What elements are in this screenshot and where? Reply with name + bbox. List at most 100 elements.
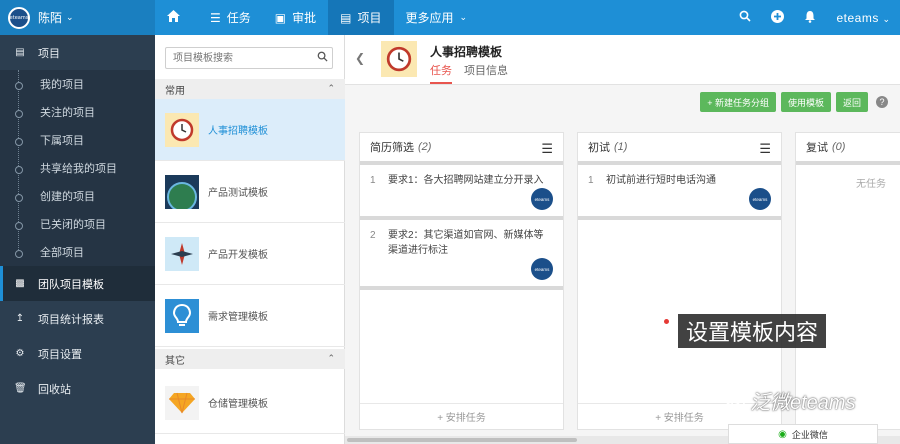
task-number: 1 <box>588 175 594 186</box>
nav-more-label: 更多应用 <box>405 11 454 25</box>
column-header: 复试 (0) <box>796 133 900 165</box>
main-nav: ☰ 任务 ▣ 审批 ▤ 项目 更多应用 ⌄ <box>155 0 479 35</box>
return-button[interactable]: 返回 <box>835 92 868 112</box>
scrollbar-thumb[interactable] <box>347 438 577 442</box>
group-label: 其它 <box>165 355 185 367</box>
task-text: 初试前进行短时电话沟通 <box>606 175 716 186</box>
template-item-storage[interactable]: 仓储管理模板 <box>155 372 345 434</box>
menu-icon[interactable]: ☰ <box>541 141 553 157</box>
chevron-up-icon: ⌃ <box>327 83 335 93</box>
compass-icon <box>165 236 199 271</box>
bell-icon[interactable] <box>804 10 816 26</box>
nav-home[interactable] <box>155 0 198 35</box>
wechat-work-bar[interactable]: ◉ 企业微信 <box>728 424 878 444</box>
template-item-dev[interactable]: 产品开发模板 <box>155 223 345 285</box>
template-item-requirement[interactable]: 需求管理模板 <box>155 285 345 347</box>
sidebar-item-label: 团队项目模板 <box>38 278 104 291</box>
sidebar-item-settings[interactable]: ⚙ 项目设置 <box>0 336 155 371</box>
diamond-icon <box>165 385 199 420</box>
task-card[interactable]: 2 要求2：其它渠道如官网、新媒体等渠道进行标注 eteams <box>360 220 563 290</box>
brand-label: eteams <box>836 11 879 25</box>
template-search-input[interactable] <box>165 47 333 69</box>
task-column: 简历筛选 (2) ☰ 1 要求1：各大招聘网站建立分开录入 eteams 2 要… <box>359 132 564 430</box>
column-count: (1) <box>614 141 628 153</box>
search-icon[interactable] <box>317 51 328 65</box>
sidebar-subitem-shared[interactable]: 共享给我的项目 <box>0 154 155 182</box>
home-icon <box>167 10 180 25</box>
sidebar-subitem-my-projects[interactable]: 我的项目 <box>0 70 155 98</box>
project-icon: ▤ <box>15 47 25 58</box>
sidebar-item-team-templates[interactable]: ▩ 团队项目模板 <box>0 266 155 301</box>
chevron-up-icon: ⌃ <box>327 353 335 363</box>
nav-task[interactable]: ☰ 任务 <box>198 0 263 35</box>
top-bar: eteams 陈陌 ⌄ ☰ 任务 ▣ 审批 ▤ 项目 更多应用 ⌄ eteams… <box>0 0 900 35</box>
chevron-down-icon: ⌄ <box>882 14 890 24</box>
column-count: (0) <box>832 141 846 153</box>
chart-icon: ↥ <box>15 313 25 324</box>
sidebar-item-label: 项目设置 <box>38 348 82 361</box>
chevron-down-icon: ⌄ <box>66 12 74 22</box>
project-icon: ▤ <box>340 10 352 25</box>
avatar: eteams <box>531 188 553 210</box>
empty-state: 无任务 <box>856 179 886 190</box>
sidebar-item-statistics[interactable]: ↥ 项目统计报表 <box>0 301 155 336</box>
sidebar-subitem-subordinate[interactable]: 下属项目 <box>0 126 155 154</box>
group-other[interactable]: 其它 ⌃ <box>155 349 345 369</box>
sidebar-subitem-followed[interactable]: 关注的项目 <box>0 98 155 126</box>
approve-icon: ▣ <box>274 10 287 25</box>
sidebar-item-project[interactable]: ▤ 项目 <box>0 35 155 70</box>
task-card[interactable]: 1 初试前进行短时电话沟通 eteams <box>578 165 781 220</box>
tab-project-info[interactable]: 项目信息 <box>464 62 508 84</box>
task-number: 1 <box>370 175 376 186</box>
trash-icon: 🗑 <box>14 383 27 394</box>
menu-icon[interactable]: ☰ <box>759 141 771 157</box>
sidebar-item-label: 回收站 <box>38 383 71 396</box>
tab-tasks[interactable]: 任务 <box>430 62 452 84</box>
clock-icon <box>165 112 199 147</box>
project-subnav: 我的项目 关注的项目 下属项目 共享给我的项目 创建的项目 已关闭的项目 全部项… <box>0 70 155 266</box>
sidebar-item-label: 项目统计报表 <box>38 313 104 326</box>
avatar: eteams <box>749 188 771 210</box>
template-icon: ▩ <box>15 278 25 289</box>
task-list-icon: ☰ <box>210 10 221 25</box>
account-menu[interactable]: eteams ⌄ <box>836 10 890 25</box>
watermark-text: 泛微eteams <box>750 392 856 414</box>
earth-icon <box>165 174 199 209</box>
group-common[interactable]: 常用 ⌃ <box>155 79 345 99</box>
sidebar-subitem-all[interactable]: 全部项目 <box>0 238 155 266</box>
sidebar-subitem-closed[interactable]: 已关闭的项目 <box>0 210 155 238</box>
nav-project-label: 项目 <box>357 11 382 25</box>
template-name: 人事招聘模板 <box>208 126 268 137</box>
user-name: 陈陌 <box>38 11 63 25</box>
template-name: 产品测试模板 <box>208 188 268 199</box>
column-count: (2) <box>418 141 432 153</box>
back-arrow-icon[interactable]: ❮ <box>355 51 365 65</box>
add-icon[interactable] <box>771 9 785 26</box>
nav-approve[interactable]: ▣ 审批 <box>263 0 328 35</box>
eteams-logo: eteams <box>8 6 30 29</box>
help-icon[interactable]: ? <box>876 96 888 108</box>
new-task-group-button[interactable]: + 新建任务分组 <box>700 92 776 112</box>
template-name: 仓储管理模板 <box>208 399 268 410</box>
sidebar-subitem-created[interactable]: 创建的项目 <box>0 182 155 210</box>
add-task-button[interactable]: + 安排任务 <box>360 403 563 429</box>
watermark: 泛微eteams <box>724 386 856 415</box>
chevron-down-icon: ⌄ <box>459 12 468 22</box>
user-menu[interactable]: eteams 陈陌 ⌄ <box>0 0 155 35</box>
task-card[interactable]: 1 要求1：各大招聘网站建立分开录入 eteams <box>360 165 563 220</box>
nav-more-apps[interactable]: 更多应用 ⌄ <box>394 0 480 35</box>
template-item-test[interactable]: 产品测试模板 <box>155 161 345 223</box>
use-template-button[interactable]: 使用模板 <box>780 92 831 112</box>
clock-icon <box>381 41 417 77</box>
gear-icon: ⚙ <box>15 348 25 359</box>
template-detail: ❮ 人事招聘模板 任务 项目信息 + 新建任务分组 使用模板 返回 ? 简历筛选… <box>345 35 900 444</box>
template-item-hr[interactable]: 人事招聘模板 <box>155 99 345 161</box>
sidebar-item-recycle[interactable]: 🗑 回收站 <box>0 371 155 406</box>
nav-project[interactable]: ▤ 项目 <box>328 0 394 35</box>
chat-icon: ◉ <box>778 428 787 440</box>
nav-task-label: 任务 <box>226 11 251 25</box>
column-header: 初试 (1) ☰ <box>578 133 781 165</box>
action-bar: + 新建任务分组 使用模板 返回 ? <box>700 92 888 112</box>
search-icon[interactable] <box>739 10 752 25</box>
sidebar: ▤ 项目 我的项目 关注的项目 下属项目 共享给我的项目 创建的项目 已关闭的项… <box>0 35 155 444</box>
